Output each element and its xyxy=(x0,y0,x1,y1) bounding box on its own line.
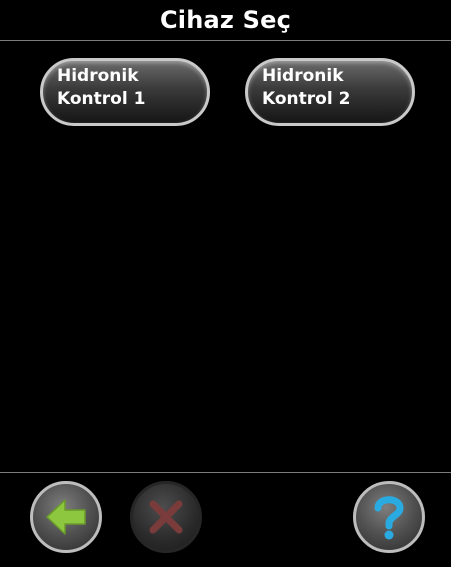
device-button-label-line2: Kontrol 1 xyxy=(57,89,146,109)
question-icon xyxy=(374,496,404,540)
cancel-button[interactable] xyxy=(130,481,202,553)
device-button-label-line1: Hidronik xyxy=(57,66,139,86)
page-title: Cihaz Seç xyxy=(159,5,292,34)
arrow-left-icon xyxy=(46,499,86,535)
device-list: Hidronik Kontrol 1 Hidronik Kontrol 2 xyxy=(0,41,451,472)
help-button[interactable] xyxy=(353,481,425,553)
device-button-label-line2: Kontrol 2 xyxy=(262,89,351,109)
device-button-hidronik-kontrol-2[interactable]: Hidronik Kontrol 2 xyxy=(245,58,415,126)
header: Cihaz Seç xyxy=(0,0,451,39)
device-button-hidronik-kontrol-1[interactable]: Hidronik Kontrol 1 xyxy=(40,58,210,126)
device-button-label-line1: Hidronik xyxy=(262,66,344,86)
close-icon xyxy=(149,500,183,534)
footer-toolbar xyxy=(0,473,451,567)
back-button[interactable] xyxy=(30,481,102,553)
